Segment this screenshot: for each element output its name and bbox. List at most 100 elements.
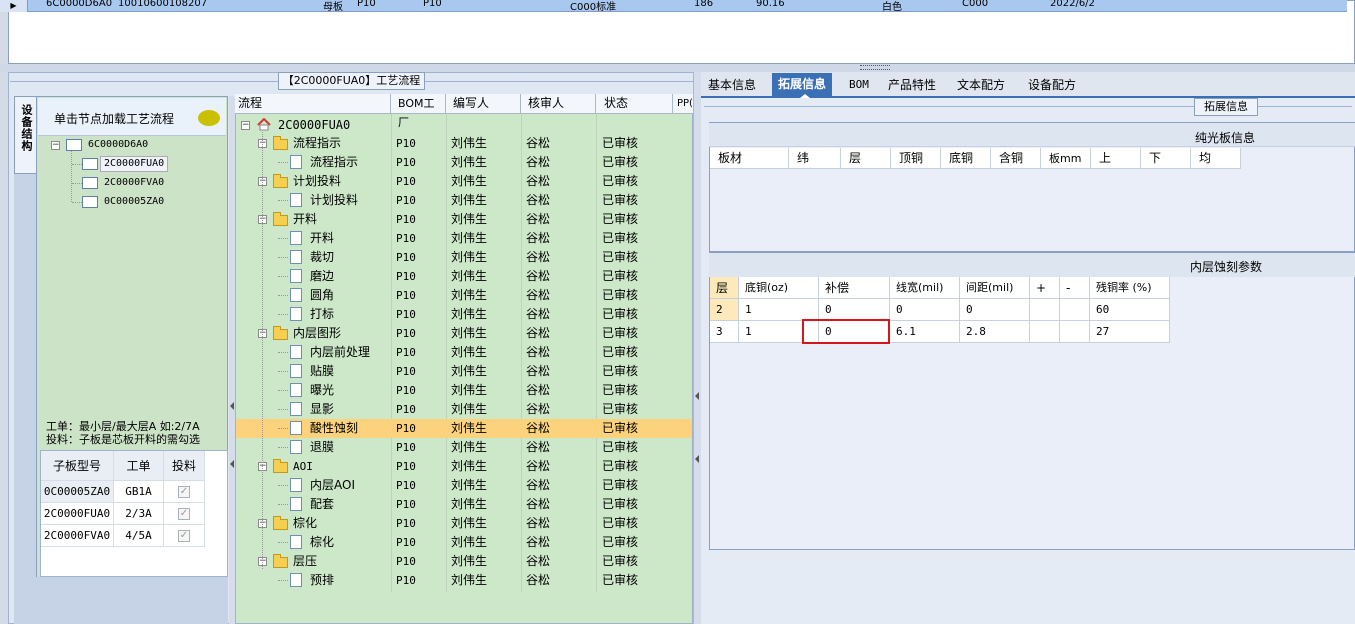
- board-col-header[interactable]: 底铜: [941, 148, 991, 169]
- speech-bubble-icon[interactable]: [198, 110, 220, 126]
- sub-grid-cell[interactable]: 2/3A: [114, 503, 164, 525]
- collapse-left-icon[interactable]: [230, 402, 234, 410]
- workflow-row[interactable]: − 内层图形 P10 刘伟生 谷松 已审核: [236, 324, 692, 343]
- workflow-row[interactable]: − 棕化 P10 刘伟生 谷松 已审核: [236, 514, 692, 533]
- etch-cell[interactable]: 6.1: [890, 321, 960, 343]
- sub-grid-cell[interactable]: 4/5A: [114, 525, 164, 547]
- workflow-row[interactable]: 棕化 P10 刘伟生 谷松 已审核: [236, 533, 692, 552]
- vertical-splitter[interactable]: [693, 72, 701, 624]
- board-col-header[interactable]: 纬: [789, 148, 841, 169]
- device-tree-item[interactable]: 0C00005ZA0: [104, 196, 164, 214]
- feed-checkbox[interactable]: ✓: [164, 481, 205, 503]
- check-icon[interactable]: ✓: [178, 530, 190, 542]
- board-col-header[interactable]: 含铜: [991, 148, 1041, 169]
- etch-col-header[interactable]: 补偿: [819, 277, 890, 299]
- etch-col-header[interactable]: 间距(mil): [960, 277, 1030, 299]
- etch-cell[interactable]: 0: [960, 299, 1030, 321]
- tab-product-features[interactable]: 产品特性: [888, 76, 936, 94]
- board-col-header[interactable]: 板mm: [1041, 148, 1091, 169]
- tab-device-recipe[interactable]: 设备配方: [1028, 76, 1076, 94]
- workflow-row[interactable]: 流程指示 P10 刘伟生 谷松 已审核: [236, 153, 692, 172]
- col-header-status[interactable]: 状态: [596, 94, 673, 114]
- workflow-row[interactable]: 开料 P10 刘伟生 谷松 已审核: [236, 229, 692, 248]
- workflow-row[interactable]: 裁切 P10 刘伟生 谷松 已审核: [236, 248, 692, 267]
- board-col-header[interactable]: 上: [1091, 148, 1141, 169]
- workflow-root[interactable]: 2C0000FUA0: [278, 116, 350, 135]
- feed-checkbox[interactable]: ✓: [164, 525, 205, 547]
- horizontal-splitter[interactable]: [0, 64, 1355, 72]
- etch-cell[interactable]: 60: [1090, 299, 1170, 321]
- feed-checkbox[interactable]: ✓: [164, 503, 205, 525]
- workflow-row[interactable]: 配套 P10 刘伟生 谷松 已审核: [236, 495, 692, 514]
- workflow-row[interactable]: 退膜 P10 刘伟生 谷松 已审核: [236, 438, 692, 457]
- col-header-pp[interactable]: PP(: [673, 94, 693, 114]
- device-tree-item[interactable]: 2C0000FVA0: [104, 177, 164, 195]
- workflow-row[interactable]: 计划投料 P10 刘伟生 谷松 已审核: [236, 191, 692, 210]
- etch-col-header[interactable]: 残铜率 (%): [1090, 277, 1170, 299]
- etch-cell[interactable]: [1060, 299, 1090, 321]
- etch-cell[interactable]: [1060, 321, 1090, 343]
- splitter-grip-icon[interactable]: [860, 65, 890, 70]
- sub-grid-header[interactable]: 工单: [114, 451, 164, 481]
- top-grid-selected-row[interactable]: ▶ 6C0000D6A0 10010600108207 母板 P10 P10 C…: [0, 0, 1347, 13]
- tab-basic-info[interactable]: 基本信息: [708, 76, 756, 94]
- collapse-left-icon[interactable]: [695, 392, 699, 400]
- etch-row-header[interactable]: 3: [710, 321, 739, 343]
- sub-grid-header[interactable]: 投料: [164, 451, 205, 481]
- col-header-factory[interactable]: BOM工厂: [391, 94, 446, 129]
- collapse-left-icon[interactable]: [695, 455, 699, 463]
- etch-cell[interactable]: 0: [819, 299, 890, 321]
- workflow-row[interactable]: 显影 P10 刘伟生 谷松 已审核: [236, 400, 692, 419]
- collapse-left-icon[interactable]: [230, 460, 234, 468]
- workflow-row[interactable]: − AOI P10 刘伟生 谷松 已审核: [236, 457, 692, 476]
- board-col-header[interactable]: 层: [841, 148, 891, 169]
- sub-grid-header[interactable]: 子板型号: [41, 451, 114, 481]
- workflow-row[interactable]: 内层前处理 P10 刘伟生 谷松 已审核: [236, 343, 692, 362]
- etch-col-header[interactable]: 底铜(oz): [739, 277, 819, 299]
- workflow-row[interactable]: − 计划投料 P10 刘伟生 谷松 已审核: [236, 172, 692, 191]
- sub-grid-cell[interactable]: GB1A: [114, 481, 164, 503]
- etch-cell[interactable]: 2.8: [960, 321, 1030, 343]
- workflow-row[interactable]: 酸性蚀刻 P10 刘伟生 谷松 已审核: [236, 419, 692, 438]
- etch-cell[interactable]: 27: [1090, 321, 1170, 343]
- collapse-icon[interactable]: −: [241, 121, 250, 130]
- tab-bom[interactable]: BOM: [849, 76, 869, 94]
- workflow-row[interactable]: 曝光 P10 刘伟生 谷松 已审核: [236, 381, 692, 400]
- workflow-row[interactable]: − 层压 P10 刘伟生 谷松 已审核: [236, 552, 692, 571]
- workflow-row[interactable]: − 流程指示 P10 刘伟生 谷松 已审核: [236, 134, 692, 153]
- etch-row-header[interactable]: 2: [710, 299, 739, 321]
- device-tree-root[interactable]: 6C0000D6A0: [88, 139, 148, 157]
- workflow-row[interactable]: − 开料 P10 刘伟生 谷松 已审核: [236, 210, 692, 229]
- board-col-header[interactable]: 顶铜: [891, 148, 941, 169]
- etch-cell[interactable]: 0: [890, 299, 960, 321]
- workflow-row[interactable]: 打标 P10 刘伟生 谷松 已审核: [236, 305, 692, 324]
- tab-extension-info[interactable]: 拓展信息: [772, 73, 833, 96]
- sub-grid-cell[interactable]: 2C0000FUA0: [41, 503, 114, 525]
- sub-grid-cell[interactable]: 0C00005ZA0: [41, 481, 114, 503]
- board-col-header[interactable]: 均: [1191, 148, 1241, 169]
- etch-col-header[interactable]: 层: [710, 277, 739, 299]
- tree-connector: [278, 390, 288, 391]
- board-col-header[interactable]: 板材: [710, 148, 789, 169]
- etch-col-header[interactable]: 线宽(mil): [890, 277, 960, 299]
- tab-text-recipe[interactable]: 文本配方: [957, 76, 1005, 94]
- etch-cell[interactable]: 1: [739, 299, 819, 321]
- workflow-row[interactable]: 预排 P10 刘伟生 谷松 已审核: [236, 571, 692, 590]
- etch-col-header[interactable]: +: [1030, 277, 1060, 299]
- col-header-writer[interactable]: 编写人: [446, 94, 521, 114]
- workflow-row[interactable]: 磨边 P10 刘伟生 谷松 已审核: [236, 267, 692, 286]
- col-header-flow[interactable]: 流程: [235, 94, 391, 114]
- device-tree-item-selected[interactable]: 2C0000FUA0: [100, 156, 169, 172]
- check-icon[interactable]: ✓: [178, 508, 190, 520]
- workflow-row[interactable]: 内层AOI P10 刘伟生 谷松 已审核: [236, 476, 692, 495]
- check-icon[interactable]: ✓: [178, 486, 190, 498]
- board-col-header[interactable]: 下: [1141, 148, 1191, 169]
- col-header-reviewer[interactable]: 核审人: [521, 94, 596, 114]
- etch-col-header[interactable]: -: [1060, 277, 1090, 299]
- collapse-icon[interactable]: −: [51, 141, 60, 150]
- etch-cell[interactable]: [1030, 321, 1060, 343]
- sub-grid-cell[interactable]: 2C0000FVA0: [41, 525, 114, 547]
- workflow-row[interactable]: 贴膜 P10 刘伟生 谷松 已审核: [236, 362, 692, 381]
- workflow-row[interactable]: 圆角 P10 刘伟生 谷松 已审核: [236, 286, 692, 305]
- etch-cell[interactable]: [1030, 299, 1060, 321]
